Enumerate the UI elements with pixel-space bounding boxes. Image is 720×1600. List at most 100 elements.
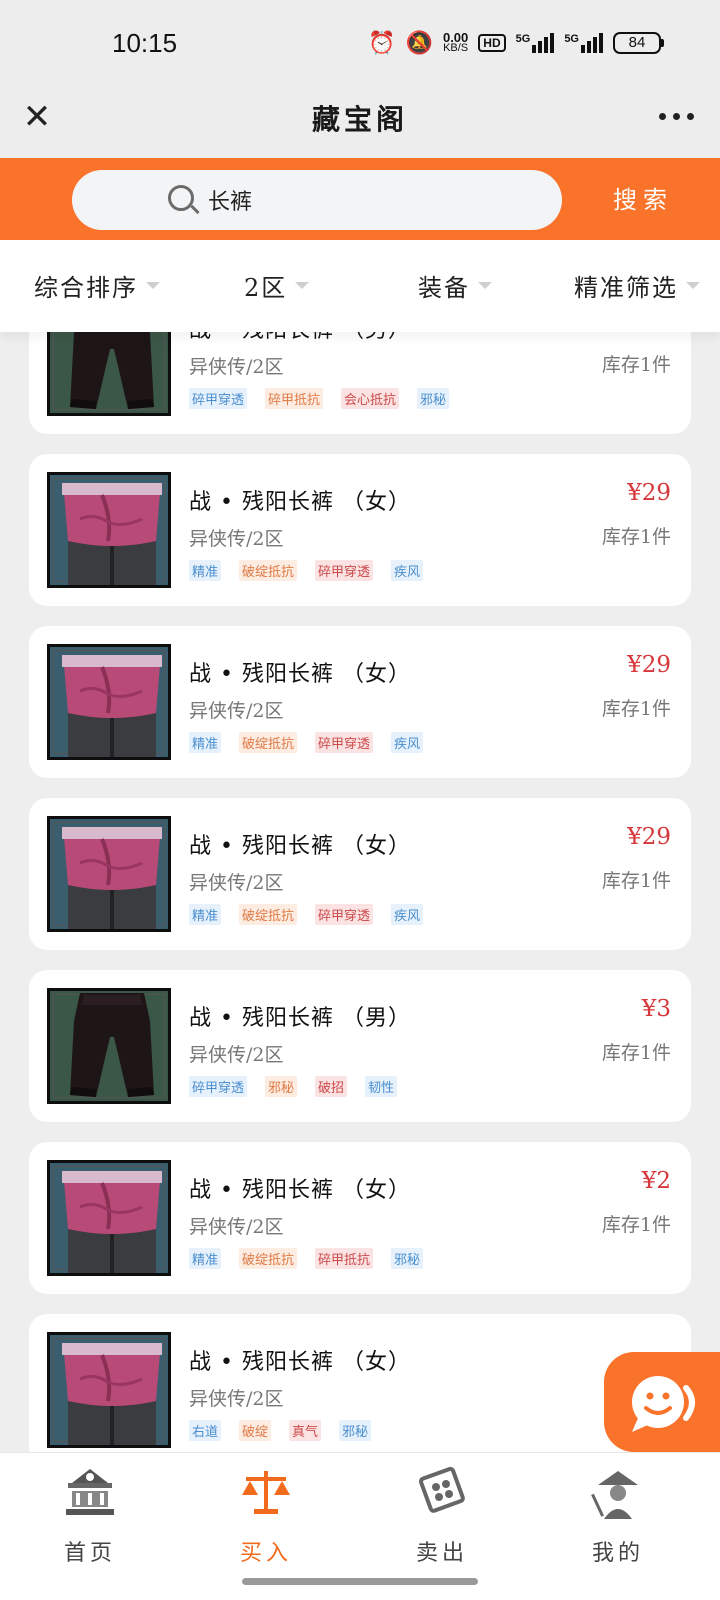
item-name: 战 • 残阳长裤 （男） [189, 332, 411, 344]
search-icon [166, 183, 200, 217]
item-price: ¥29 [627, 480, 671, 506]
nav-sell-label: 卖出 [415, 1541, 468, 1566]
filter-server-label: 2区 [244, 274, 288, 302]
item-tags: 右道 破绽 真气 邪秘 [189, 1420, 372, 1441]
product-card[interactable]: 战 • 残阳长裤 （女） 异侠传/2区 ¥29 库存1件 精准 破绽抵抗 碎甲穿透 疾风 [29, 798, 691, 950]
item-tag: 破招 [315, 1076, 348, 1097]
item-server: 异侠传/2区 [189, 528, 284, 550]
filter-precise[interactable]: 精准筛选 [574, 268, 700, 303]
nav-sell[interactable]: 卖出 [382, 1463, 502, 1567]
item-thumbnail [47, 644, 171, 760]
page-title: 藏宝阁 [311, 103, 408, 136]
nav-buy-label: 买入 [239, 1541, 292, 1566]
battery-icon: 84 [613, 32, 664, 54]
item-tag: 破绽抵抗 [239, 560, 298, 581]
filter-sort-label: 综合排序 [34, 274, 138, 302]
item-tag: 碎甲穿透 [189, 1076, 248, 1097]
item-stock: 库存1件 [601, 526, 671, 548]
item-tag: 疾风 [391, 904, 424, 925]
scale-icon [242, 1471, 290, 1514]
chevron-down-icon [295, 282, 310, 289]
item-thumbnail [47, 988, 171, 1104]
item-thumbnail [47, 1160, 171, 1276]
item-name: 战 • 残阳长裤 （女） [189, 1350, 411, 1375]
item-tag: 精准 [189, 1248, 222, 1269]
product-card[interactable]: 战 • 残阳长裤 （女） 异侠传/2区 ¥29 库存1件 精准 破绽抵抗 碎甲穿透 疾风 [29, 626, 691, 778]
item-tag: 破绽抵抗 [239, 1248, 298, 1269]
item-tag: 右道 [189, 1420, 222, 1441]
search-box[interactable] [72, 170, 562, 230]
item-name: 战 • 残阳长裤 （女） [189, 662, 411, 687]
item-stock: 库存1件 [601, 698, 671, 720]
chat-icon [632, 1376, 695, 1432]
title-bar: ✕ 藏宝阁 [0, 92, 720, 158]
item-server: 异侠传/2区 [189, 1388, 284, 1410]
chevron-down-icon [686, 282, 700, 289]
item-thumbnail [47, 816, 171, 932]
nav-buy[interactable]: 买入 [206, 1463, 326, 1567]
signal-2-icon: 5G [564, 33, 603, 53]
item-tag: 邪秘 [339, 1420, 372, 1441]
item-tag: 碎甲穿透 [315, 904, 374, 925]
product-card[interactable]: 战 • 残阳长裤 （女）异侠传/2区库右道破绽真气邪秘 [29, 1314, 691, 1452]
abacus-icon [418, 1466, 465, 1513]
item-server: 异侠传/2区 [189, 1044, 284, 1066]
hd-badge: HD [478, 34, 506, 52]
item-price: ¥29 [627, 824, 671, 850]
search-input[interactable] [208, 187, 508, 213]
more-icon[interactable] [656, 102, 696, 130]
item-name: 战 • 残阳长裤 （女） [189, 490, 411, 515]
nav-home[interactable]: 首页 [30, 1463, 150, 1567]
item-tag: 韧性 [365, 1076, 398, 1097]
filter-sort[interactable]: 综合排序 [34, 268, 160, 303]
item-tags: 精准 破绽抵抗 碎甲抵抗 邪秘 [189, 1248, 424, 1269]
item-tag: 破绽抵抗 [239, 732, 298, 753]
chat-button[interactable] [604, 1352, 720, 1452]
item-tags: 碎甲穿透 邪秘 破招 韧性 [189, 1076, 398, 1097]
item-thumbnail [47, 472, 171, 588]
chevron-down-icon [146, 282, 160, 289]
chevron-down-icon [478, 282, 492, 289]
home-indicator[interactable] [242, 1578, 478, 1585]
filter-server[interactable]: 2区 [244, 268, 310, 303]
item-tags: 精准 破绽抵抗 碎甲穿透 疾风 [189, 904, 424, 925]
swordsman-icon [591, 1471, 638, 1519]
item-name: 战 • 残阳长裤 （女） [189, 834, 411, 859]
bell-muted-icon: 🔕 [405, 30, 433, 55]
item-tag: 碎甲穿透 [315, 732, 374, 753]
item-price: ¥29 [627, 652, 671, 678]
item-stock: 库存1件 [601, 870, 671, 892]
product-card[interactable]: 战 • 残阳长裤 （男） 异侠传/2区 ¥3 库存1件 碎甲穿透 邪秘 破招 韧性 [29, 970, 691, 1122]
item-server: 异侠传/2区 [189, 1216, 284, 1238]
item-name: 战 • 残阳长裤 （男） [189, 1006, 411, 1031]
search-button[interactable]: 搜索 [598, 180, 688, 220]
filter-category[interactable]: 装备 [418, 268, 492, 303]
item-tag: 邪秘 [391, 1248, 424, 1269]
item-server: 异侠传/2区 [189, 700, 284, 722]
item-tag: 精准 [189, 904, 222, 925]
status-time: 10:15 [112, 28, 178, 58]
product-list[interactable]: 战 • 残阳长裤 （男）异侠传/2区库存1件碎甲穿透碎甲抵抗会心抵抗邪秘战 • … [0, 332, 720, 1452]
pavilion-icon [66, 1469, 114, 1515]
item-tag: 碎甲穿透 [315, 560, 374, 581]
battery-level: 84 [613, 32, 661, 54]
nav-mine[interactable]: 我的 [558, 1463, 678, 1567]
item-stock: 库存1件 [601, 1214, 671, 1236]
search-band: 搜索 [0, 158, 720, 240]
nav-mine-label: 我的 [591, 1541, 644, 1566]
item-stock: 库存1件 [601, 1042, 671, 1064]
product-card[interactable]: 战 • 残阳长裤 （女） 异侠传/2区 ¥2 库存1件 精准 破绽抵抗 碎甲抵抗 邪秘 [29, 1142, 691, 1294]
product-card[interactable]: 战 • 残阳长裤 （男） 异侠传/2区 库存1件碎甲穿透碎甲抵抗会心抵抗邪秘 [29, 332, 691, 434]
item-server: 异侠传/2区 [189, 356, 284, 378]
item-tag: 破绽抵抗 [239, 904, 298, 925]
signal-2-label: 5G [564, 33, 579, 45]
item-tag: 碎甲穿透 [189, 388, 248, 409]
product-card[interactable]: 战 • 残阳长裤 （女） 异侠传/2区 ¥29 库存1件 精准 破绽抵抗 碎甲穿透 疾风 [29, 454, 691, 606]
item-tag: 邪秘 [265, 1076, 298, 1097]
item-tag: 碎甲抵抗 [265, 388, 324, 409]
item-tag: 真气 [289, 1420, 322, 1441]
item-tag: 会心抵抗 [341, 388, 400, 409]
nav-home-label: 首页 [63, 1541, 116, 1566]
item-tag: 精准 [189, 732, 222, 753]
item-tag: 碎甲抵抗 [315, 1248, 374, 1269]
